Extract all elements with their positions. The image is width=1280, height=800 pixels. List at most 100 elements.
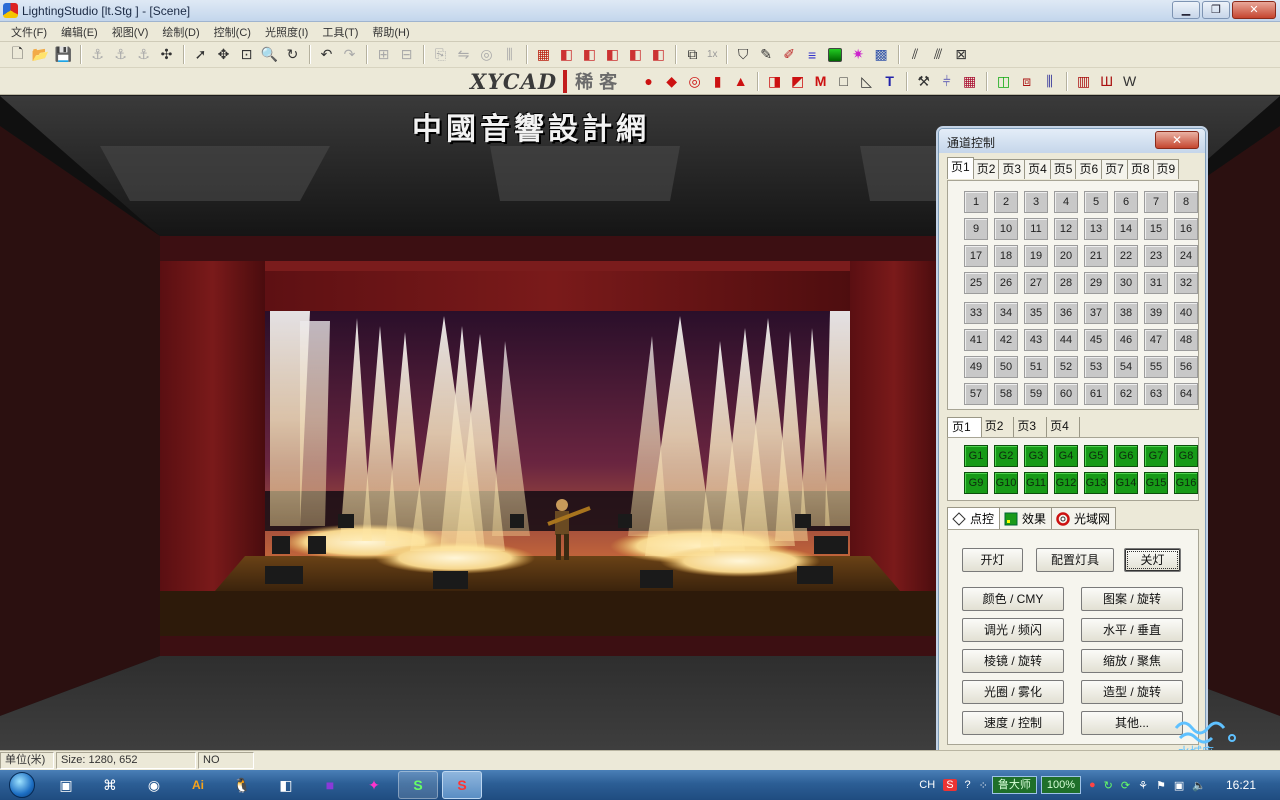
taskbar-green-app-icon[interactable]: S: [398, 771, 438, 799]
matrix-icon[interactable]: ▦: [959, 71, 980, 92]
tab-point-control[interactable]: 点控: [947, 507, 1001, 529]
channel-button[interactable]: 2: [994, 191, 1018, 213]
group-button[interactable]: G15: [1144, 472, 1168, 494]
taskbar-colorful-app-icon[interactable]: ✦: [354, 771, 394, 799]
channel-button[interactable]: 16: [1174, 218, 1198, 240]
configure-fixtures-button[interactable]: 配置灯具: [1036, 548, 1114, 572]
tray-battery-level[interactable]: 100%: [1040, 776, 1082, 794]
tab-page-3[interactable]: 页3: [998, 159, 1026, 179]
camera-icon[interactable]: ⊡: [236, 44, 257, 65]
iris-frost-button[interactable]: 光圈 / 雾化: [962, 680, 1064, 704]
zoom-focus-button[interactable]: 缩放 / 聚焦: [1081, 649, 1183, 673]
channel-button[interactable]: 4: [1054, 191, 1078, 213]
box-view-icon[interactable]: ◧: [556, 44, 577, 65]
text-icon[interactable]: T: [879, 71, 900, 92]
channel-button[interactable]: 29: [1084, 272, 1108, 294]
menu-edit[interactable]: 编辑(E): [54, 24, 105, 40]
box-view-3-icon[interactable]: ◧: [602, 44, 623, 65]
channel-button[interactable]: 54: [1114, 356, 1138, 378]
channel-button[interactable]: 33: [964, 302, 988, 324]
group-button[interactable]: G4: [1054, 445, 1078, 467]
group-button[interactable]: G9: [964, 472, 988, 494]
pen-icon[interactable]: ✎: [756, 44, 777, 65]
bar-chart-icon[interactable]: ▥: [1073, 71, 1094, 92]
taskbar-app-icon[interactable]: ⌘: [90, 771, 130, 799]
channel-button[interactable]: 41: [964, 329, 988, 351]
group-button[interactable]: G10: [994, 472, 1018, 494]
group-button[interactable]: G11: [1024, 472, 1048, 494]
waveform-icon[interactable]: W: [1119, 71, 1140, 92]
channel-button[interactable]: 35: [1024, 302, 1048, 324]
brush-icon[interactable]: ✐: [779, 44, 800, 65]
grid-view-icon[interactable]: ▦: [533, 44, 554, 65]
tab-group-page-4[interactable]: 页4: [1046, 417, 1080, 437]
sphere-icon[interactable]: ●: [638, 71, 659, 92]
tab-page-5[interactable]: 页5: [1049, 159, 1077, 179]
rectangle-icon[interactable]: □: [833, 71, 854, 92]
tray-ime-icon[interactable]: ⁘: [979, 779, 988, 792]
channel-button[interactable]: 24: [1174, 245, 1198, 267]
menu-tools[interactable]: 工具(T): [315, 24, 365, 40]
channel-button[interactable]: 3: [1024, 191, 1048, 213]
group-button[interactable]: G16: [1174, 472, 1198, 494]
zoom-level[interactable]: 1x: [707, 49, 718, 60]
copy-icon[interactable]: ⎘: [430, 44, 451, 65]
channel-button[interactable]: 47: [1144, 329, 1168, 351]
channel-button[interactable]: 23: [1144, 245, 1168, 267]
channel-button[interactable]: 64: [1174, 383, 1198, 405]
tab-ies[interactable]: 光域网: [1051, 507, 1117, 529]
channel-button[interactable]: 21: [1084, 245, 1108, 267]
tab-effects[interactable]: 效果: [999, 507, 1053, 529]
taskbar-browser-icon[interactable]: ◉: [134, 771, 174, 799]
menu-draw[interactable]: 绘制(D): [155, 24, 206, 40]
tab-page-4[interactable]: 页4: [1024, 159, 1051, 179]
channel-button[interactable]: 26: [994, 272, 1018, 294]
tray-flag-icon[interactable]: ⚑: [1156, 779, 1166, 792]
tray-volume-icon[interactable]: 🔈: [1192, 779, 1206, 792]
channel-button[interactable]: 58: [994, 383, 1018, 405]
redo-icon[interactable]: ↷: [339, 44, 360, 65]
channel-button[interactable]: 42: [994, 329, 1018, 351]
tray-language[interactable]: CH: [919, 779, 935, 791]
group-button[interactable]: G3: [1024, 445, 1048, 467]
group-button[interactable]: G12: [1054, 472, 1078, 494]
ungroup-icon[interactable]: ⊟: [396, 44, 417, 65]
channel-button[interactable]: 45: [1084, 329, 1108, 351]
channel-button[interactable]: 25: [964, 272, 988, 294]
dimmer-strobe-button[interactable]: 调光 / 频闪: [962, 618, 1064, 642]
light-fixture-2-icon[interactable]: ⚓: [110, 44, 131, 65]
color-cmy-button[interactable]: 颜色 / CMY: [962, 587, 1064, 611]
select-arrow-icon[interactable]: ➚: [190, 44, 211, 65]
channel-button[interactable]: 46: [1114, 329, 1138, 351]
color-bars-icon[interactable]: ≡: [802, 44, 823, 65]
align-icon[interactable]: ⫼: [499, 44, 520, 65]
menu-help[interactable]: 帮助(H): [365, 24, 416, 40]
menu-illuminance[interactable]: 光照度(I): [258, 24, 315, 40]
channel-button[interactable]: 19: [1024, 245, 1048, 267]
polyline-icon[interactable]: ◺: [856, 71, 877, 92]
box-view-4-icon[interactable]: ◧: [625, 44, 646, 65]
mirror-icon[interactable]: ⇋: [453, 44, 474, 65]
group-button[interactable]: G2: [994, 445, 1018, 467]
open-folder-icon[interactable]: 📂: [30, 44, 51, 65]
tray-network-icon[interactable]: ⚘: [1138, 779, 1148, 792]
undo-icon[interactable]: ↶: [316, 44, 337, 65]
maximize-button[interactable]: ❐: [1202, 1, 1230, 19]
fader-icon[interactable]: ⫩: [936, 71, 957, 92]
group-button[interactable]: G6: [1114, 445, 1138, 467]
wall-icon[interactable]: ◨: [764, 71, 785, 92]
tray-ime-label[interactable]: 鲁大师: [991, 776, 1037, 794]
box-view-2-icon[interactable]: ◧: [579, 44, 600, 65]
menu-file[interactable]: 文件(F): [4, 24, 54, 40]
channel-button[interactable]: 6: [1114, 191, 1138, 213]
light-fixture-icon[interactable]: ⚓: [87, 44, 108, 65]
taskbar-desktop-icon[interactable]: ▣: [46, 771, 86, 799]
minimize-button[interactable]: ▁: [1172, 1, 1200, 19]
channel-button[interactable]: 34: [994, 302, 1018, 324]
tray-record-icon[interactable]: ●: [1089, 779, 1096, 791]
channel-button[interactable]: 14: [1114, 218, 1138, 240]
group-button[interactable]: G5: [1084, 445, 1108, 467]
taskbar-purple-app-icon[interactable]: ■: [310, 771, 350, 799]
channel-button[interactable]: 20: [1054, 245, 1078, 267]
channel-button[interactable]: 32: [1174, 272, 1198, 294]
